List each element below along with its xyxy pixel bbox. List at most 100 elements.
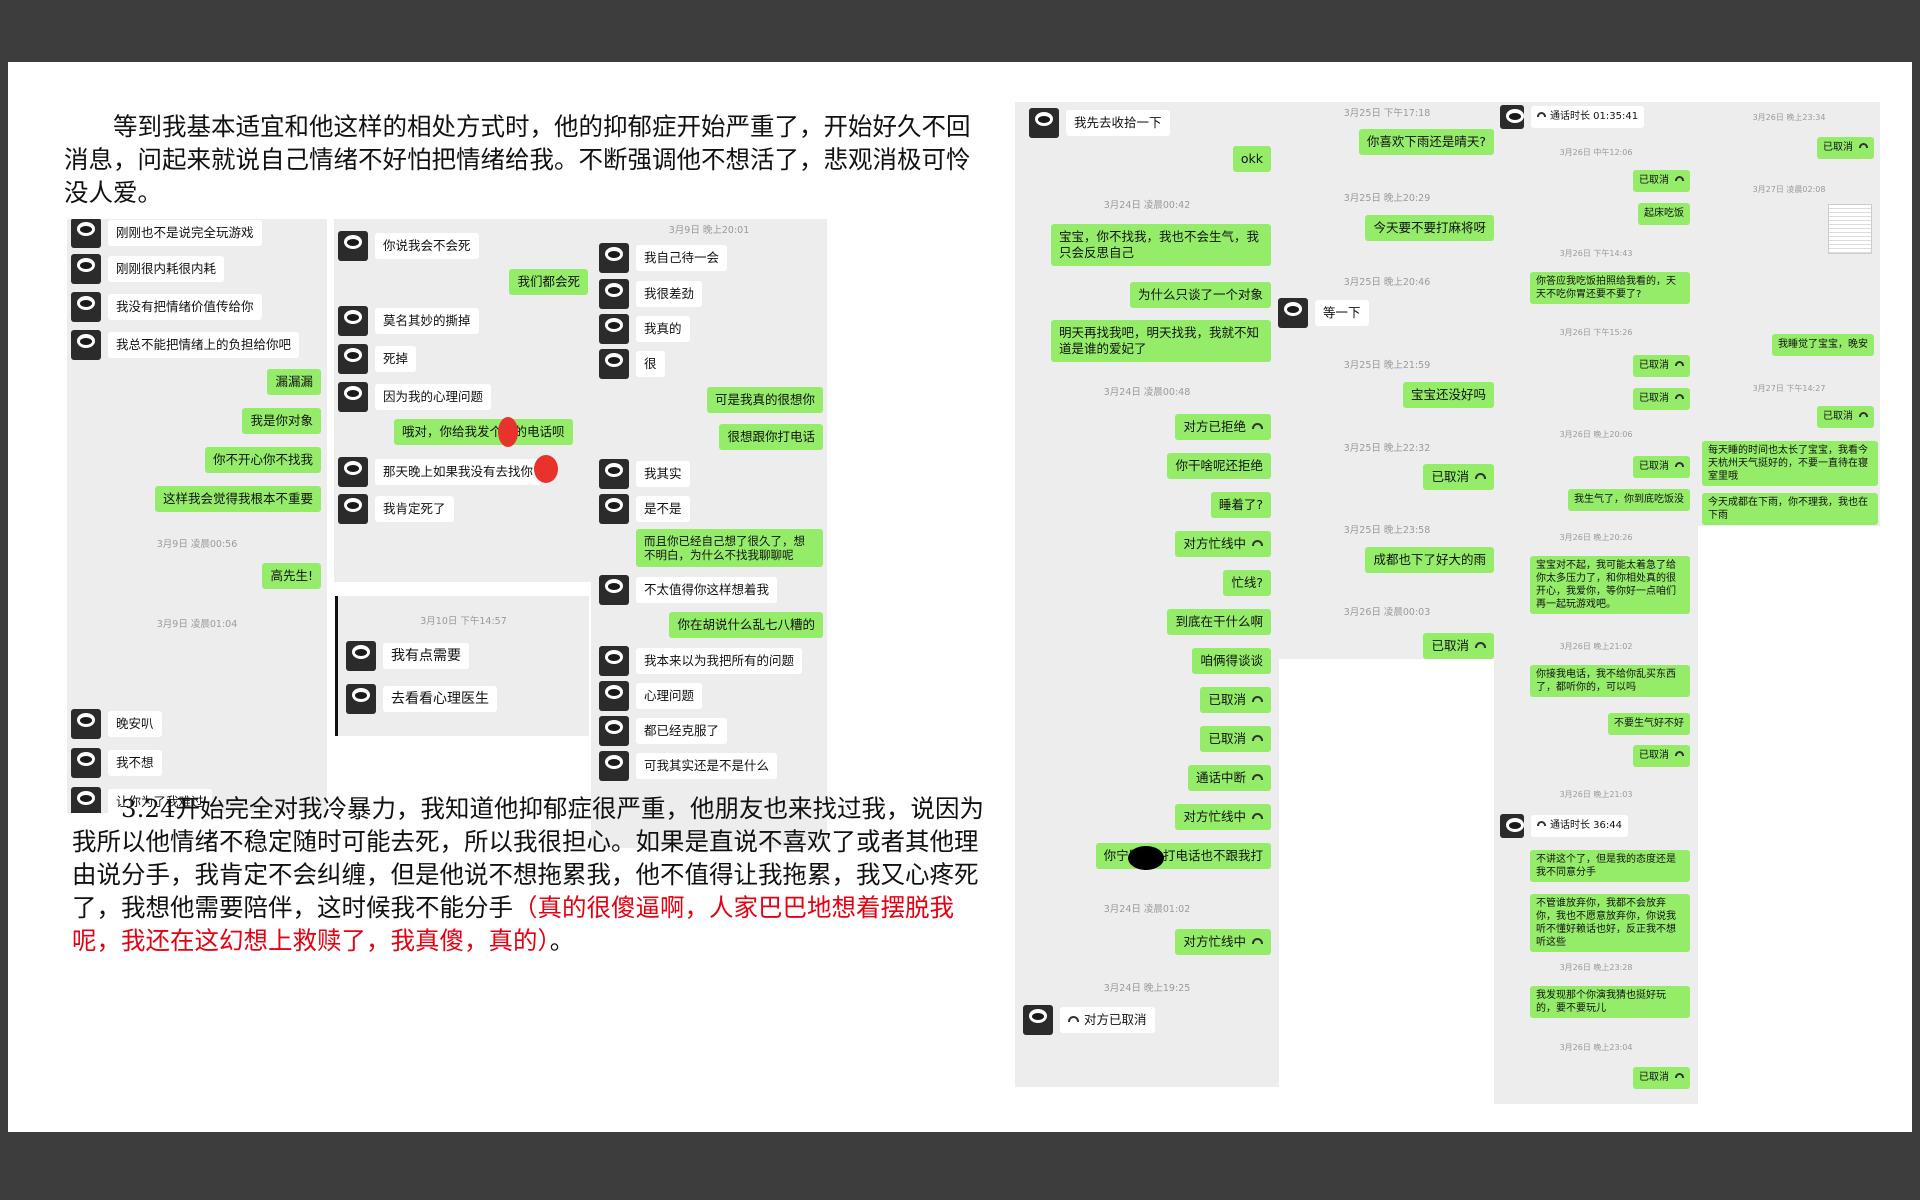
message-outgoing: 我睡觉了宝宝，晚安 <box>1772 334 1874 356</box>
timestamp: 3月9日 晚上20:01 <box>668 225 750 236</box>
phone-icon <box>1252 423 1263 429</box>
message-outgoing: 已取消 <box>1200 726 1271 752</box>
message-text: 不讲这个了，但是我的态度还是我不同意分手 <box>1530 850 1690 882</box>
message-incoming: 都已经克服了 <box>599 716 728 746</box>
avatar <box>599 494 629 524</box>
message-incoming: 因为我的心理问题 <box>338 382 492 412</box>
message-text: 而且你已经自己想了很久了，想不明白，为什么不找我聊聊呢 <box>636 529 823 567</box>
message-incoming: 我总不能把情绪上的负担给你吧 <box>71 330 300 360</box>
message-outgoing: 每天睡的时间也太长了宝宝，我看今天杭州天气挺好的，不要一直待在寝室里哦 <box>1702 441 1878 486</box>
message-outgoing: 你接我电话，我不给你乱买东西了，都听你的，可以吗 <box>1530 665 1690 697</box>
message-outgoing: 你不开心你不找我 <box>204 447 321 473</box>
message-text: 是不是 <box>636 496 690 522</box>
message-text: 已取消 <box>1633 1067 1690 1089</box>
message-outgoing: 到底在干什么啊 <box>1167 609 1271 635</box>
message-text: 哦对，你给我发个新的电话呗 <box>394 419 573 445</box>
black-scribble <box>1128 846 1164 870</box>
phone-icon <box>1475 642 1486 648</box>
message-text: 已取消 <box>1817 406 1874 428</box>
message-text: 对方忙线中 <box>1175 804 1271 830</box>
call-duration-text: 通话时长 36:44 <box>1550 820 1622 831</box>
message-text: 可我其实还是不是什么 <box>636 753 778 779</box>
call-status-text: 对方已取消 <box>1084 1012 1147 1027</box>
message-text: 我是你对象 <box>242 408 321 434</box>
message-text: 去看看心理医生 <box>383 686 497 712</box>
message-incoming: 莫名其妙的撕掉 <box>338 306 479 336</box>
avatar <box>599 646 629 676</box>
message-text: 睡着了? <box>1210 492 1271 518</box>
message-text: 死掉 <box>375 346 417 372</box>
message-outgoing: 不要生气好不好 <box>1608 713 1690 735</box>
message-incoming: 我其实 <box>599 459 690 489</box>
chat-screenshot-8: 3月26日 晚上23:34 已取消 3月27日 凌晨02:08 我睡觉了宝宝，晚… <box>1698 102 1880 526</box>
chat-screenshot-4: 3月9日 晚上20:01 我自己待一会 我很差劲 我真的 很 可是我真的很想你 … <box>591 219 827 848</box>
avatar <box>1023 1005 1053 1035</box>
avatar <box>1278 298 1308 328</box>
message-text: 已取消 <box>1633 355 1690 377</box>
message-text: 为什么只谈了一个对象 <box>1129 282 1271 308</box>
message-outgoing: 睡着了? <box>1210 492 1271 518</box>
message-incoming: 我没有把情绪价值传给你 <box>71 292 262 322</box>
message-incoming: 通话时长 36:44 <box>1500 814 1628 838</box>
message-outgoing: 为什么只谈了一个对象 <box>1129 282 1271 308</box>
message-text: 你干啥呢还拒绝 <box>1167 453 1271 479</box>
message-text: 心理问题 <box>636 683 703 709</box>
timestamp: 3月25日 晚上21:59 <box>1343 360 1431 371</box>
call-status-text: 已取消 <box>1639 175 1669 186</box>
chat-screenshot-3: 3月10日 下午14:57 我有点需要 去看看心理医生 <box>335 596 589 736</box>
message-incoming: 晚安叭 <box>71 709 162 739</box>
avatar <box>71 748 101 778</box>
message-text: 已取消 <box>1633 388 1690 410</box>
message-outgoing: 对方已拒绝 <box>1175 414 1271 440</box>
timestamp: 3月26日 晚上20:26 <box>1559 533 1633 542</box>
message-text: 漏漏漏 <box>267 369 321 395</box>
message-incoming: 你说我会不会死 <box>338 231 479 261</box>
timestamp: 3月10日 下午14:57 <box>420 616 507 627</box>
message-outgoing: 对方忙线中 <box>1175 929 1271 955</box>
timestamp: 3月27日 下午14:27 <box>1752 384 1826 393</box>
message-text: 都已经克服了 <box>636 718 728 744</box>
message-incoming: 我真的 <box>599 314 690 344</box>
message-incoming: 我肯定死了 <box>338 494 454 524</box>
message-outgoing: 忙线? <box>1223 570 1271 596</box>
message-outgoing: 通话中断 <box>1187 765 1271 791</box>
avatar <box>599 314 629 344</box>
message-outgoing: 已取消 <box>1633 170 1690 192</box>
timestamp: 3月9日 凌晨00:56 <box>156 539 238 550</box>
timestamp: 3月26日 晚上23:28 <box>1559 963 1633 972</box>
phone-icon <box>1252 938 1263 944</box>
call-status-text: 对方忙线中 <box>1183 809 1246 824</box>
avatar <box>71 709 101 739</box>
message-incoming: 心理问题 <box>599 681 703 711</box>
message-outgoing: 已取消 <box>1633 355 1690 377</box>
message-outgoing: 这样我会觉得我根本不重要 <box>154 486 321 512</box>
message-incoming: 我不想 <box>71 748 162 778</box>
timestamp: 3月26日 晚上23:34 <box>1752 113 1826 122</box>
avatar <box>599 716 629 746</box>
chat-screenshot-7: 通话时长 01:35:41 3月26日 中午12:06 已取消 起床吃饭 3月2… <box>1494 102 1698 1104</box>
message-incoming: 死掉 <box>338 344 417 374</box>
message-outgoing: 不管谁放弃你，我都不会放弃你，我也不愿意放弃你，你说我听不懂好赖话也好，反正我不… <box>1530 894 1690 952</box>
message-text: 我总不能把情绪上的负担给你吧 <box>108 332 300 358</box>
message-text: 已取消 <box>1817 137 1874 159</box>
message-outgoing: 今天要不要打麻将呀 <box>1365 215 1494 241</box>
phone-icon <box>1252 540 1263 546</box>
chat-screenshot-5: 我先去收拾一下 okk 3月24日 凌晨00:42 宝宝，你不找我，我也不会生气… <box>1015 102 1279 1087</box>
avatar <box>338 382 368 412</box>
message-text: 你在胡说什么乱七八糟的 <box>669 612 823 638</box>
message-text: 很 <box>636 351 665 377</box>
message-text: 不太值得你这样想着我 <box>636 577 778 603</box>
timestamp: 3月25日 晚上23:58 <box>1343 525 1431 536</box>
message-outgoing: 对方忙线中 <box>1175 804 1271 830</box>
avatar <box>338 457 368 487</box>
call-status-text: 已取消 <box>1823 411 1853 422</box>
call-status-text: 已取消 <box>1208 692 1246 707</box>
avatar <box>599 681 629 711</box>
phone-icon <box>1675 176 1684 181</box>
message-outgoing: 哦对，你给我发个新的电话呗 <box>394 419 573 445</box>
message-text: 我生气了，你到底吃饭没 <box>1568 489 1690 511</box>
timestamp: 3月9日 凌晨01:04 <box>156 619 238 630</box>
message-outgoing: 已取消 <box>1423 633 1494 659</box>
call-status-text: 对方忙线中 <box>1183 536 1246 551</box>
message-incoming: 刚刚也不是说完全玩游戏 <box>71 219 262 248</box>
